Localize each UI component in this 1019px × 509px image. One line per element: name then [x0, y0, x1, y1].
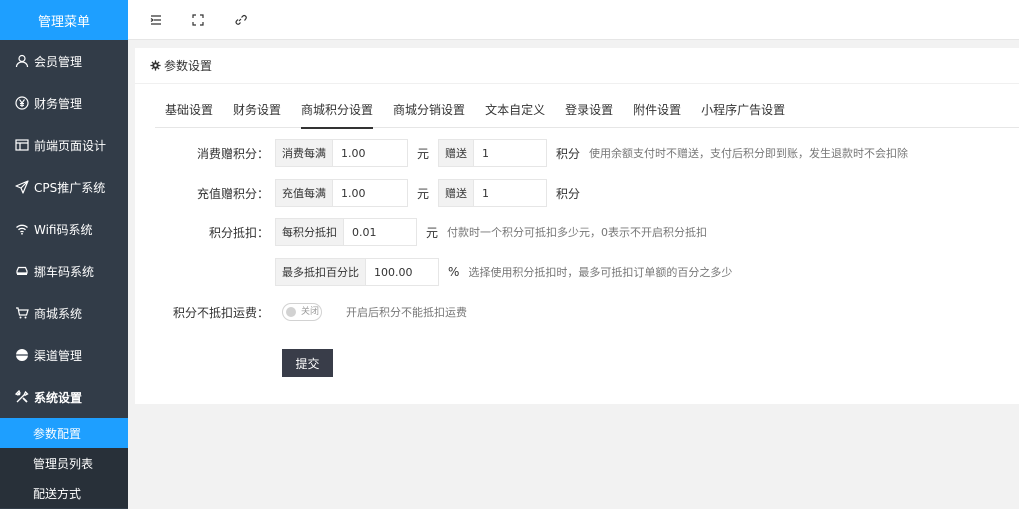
- max-deduct-input[interactable]: [365, 258, 439, 286]
- sub-item-admins[interactable]: 管理员列表: [0, 448, 128, 478]
- tab-mall-points[interactable]: 商城积分设置: [291, 96, 383, 129]
- menu-item-frontend-design[interactable]: 前端页面设计: [0, 124, 128, 166]
- sub-item-params[interactable]: 参数配置: [0, 418, 128, 448]
- freight-row: 积分不抵扣运费： 关闭 开启后积分不能抵扣运费: [135, 298, 467, 326]
- tab-attachment[interactable]: 附件设置: [623, 96, 691, 128]
- sidebar-title: 管理菜单: [0, 0, 128, 40]
- menu-label: 前端页面设计: [34, 138, 107, 153]
- tab-miniapp-ads[interactable]: 小程序广告设置: [691, 96, 795, 128]
- points-deduct-input[interactable]: [343, 218, 417, 246]
- consume-threshold-unit: 元: [417, 146, 430, 161]
- recharge-gift-input[interactable]: [473, 179, 548, 207]
- recharge-threshold-unit: 元: [417, 186, 430, 201]
- menu-label: Wifi码系统: [34, 222, 93, 237]
- menu-item-channel[interactable]: 渠道管理: [0, 334, 128, 376]
- cart-icon: [15, 306, 29, 320]
- system-settings-submenu: 参数配置 管理员列表 配送方式: [0, 418, 128, 508]
- menu-label: 挪车码系统: [34, 264, 95, 279]
- freight-hint: 开启后积分不能抵扣运费: [346, 306, 467, 319]
- points-deduct-label: 积分抵扣：: [208, 225, 269, 240]
- sub-item-delivery[interactable]: 配送方式: [0, 478, 128, 508]
- user-icon: [15, 54, 29, 68]
- settings-tabs: 基础设置 财务设置 商城积分设置 商城分销设置 文本自定义 登录设置 附件设置 …: [155, 96, 1019, 129]
- tab-mall-distribution[interactable]: 商城分销设置: [383, 96, 475, 128]
- consume-gift-unit: 积分: [556, 146, 581, 161]
- recharge-threshold-prefix: 充值每满: [275, 179, 332, 207]
- consume-points-hint: 使用余额支付时不赠送，支付后积分即到账，发生退款时不会扣除: [589, 147, 909, 160]
- layout-icon: [15, 138, 29, 152]
- menu-item-mall[interactable]: 商城系统: [0, 292, 128, 334]
- tab-basic[interactable]: 基础设置: [155, 96, 223, 128]
- settings-card: 参数设置 基础设置 财务设置 商城积分设置 商城分销设置 文本自定义 登录设置 …: [135, 48, 1019, 404]
- menu-label: 商城系统: [34, 306, 83, 321]
- menu-label: 会员管理: [34, 54, 83, 69]
- recharge-points-label: 充值赠积分：: [196, 186, 269, 201]
- menu-item-car[interactable]: 挪车码系统: [0, 250, 128, 292]
- menu-item-finance[interactable]: 财务管理: [0, 82, 128, 124]
- fullscreen-icon[interactable]: [190, 12, 206, 28]
- consume-threshold-prefix: 消费每满: [275, 139, 332, 167]
- yen-icon: [15, 96, 29, 110]
- gear-icon: [150, 60, 161, 71]
- max-deduct-prefix: 最多抵扣百分比: [275, 258, 365, 286]
- recharge-points-row: 充值赠积分： 充值每满 元 赠送 积分: [135, 179, 589, 207]
- max-deduct-hint: 选择使用积分抵扣时，最多可抵扣订单额的百分之多少: [468, 266, 733, 279]
- menu-label: 财务管理: [34, 96, 83, 111]
- top-toolbar: [128, 0, 1019, 40]
- points-deduct-hint: 付款时一个积分可抵扣多少元，0表示不开启积分抵扣: [447, 226, 708, 239]
- toggle-knob: [286, 307, 296, 317]
- menu-fold-icon[interactable]: [148, 12, 164, 28]
- consume-points-row: 消费赠积分： 消费每满 元 赠送 积分 使用余额支付时不赠送，支付后积分即到账，…: [135, 139, 908, 167]
- points-deduct-row: 积分抵扣： 每积分抵扣 元 付款时一个积分可抵扣多少元，0表示不开启积分抵扣: [135, 218, 707, 246]
- menu-label: 系统设置: [34, 390, 83, 405]
- consume-threshold-input[interactable]: [332, 139, 408, 167]
- points-deduct-prefix: 每积分抵扣: [275, 218, 343, 246]
- car-icon: [15, 264, 29, 278]
- freight-toggle[interactable]: 关闭: [282, 303, 322, 321]
- toggle-text: 关闭: [301, 307, 320, 317]
- consume-gift-input[interactable]: [473, 139, 548, 167]
- max-deduct-row: 最多抵扣百分比 % 选择使用积分抵扣时，最多可抵扣订单额的百分之多少: [135, 258, 732, 286]
- recharge-gift-prefix: 赠送: [438, 179, 474, 207]
- card-header: 参数设置: [135, 48, 1019, 84]
- send-icon: [15, 180, 29, 194]
- tab-text-custom[interactable]: 文本自定义: [475, 96, 555, 128]
- points-deduct-unit: 元: [426, 225, 439, 240]
- tools-icon: [15, 390, 29, 404]
- sidebar: 管理菜单 会员管理 财务管理 前端页面设计 CPS推广系统 Wifi码系统 挪车…: [0, 0, 128, 509]
- consume-points-label: 消费赠积分：: [196, 146, 269, 161]
- menu-item-cps[interactable]: CPS推广系统: [0, 166, 128, 208]
- consume-gift-prefix: 赠送: [438, 139, 474, 167]
- freight-label: 积分不抵扣运费：: [172, 305, 269, 320]
- menu-label: CPS推广系统: [34, 180, 106, 195]
- max-deduct-unit: %: [448, 265, 460, 279]
- tab-finance[interactable]: 财务设置: [223, 96, 291, 128]
- recharge-threshold-input[interactable]: [332, 179, 408, 207]
- submit-button[interactable]: 提交: [282, 349, 333, 377]
- link-icon[interactable]: [232, 12, 248, 28]
- tab-login[interactable]: 登录设置: [555, 96, 623, 128]
- menu-item-system-settings[interactable]: 系统设置: [0, 376, 128, 418]
- wifi-icon: [15, 222, 29, 236]
- menu-label: 渠道管理: [34, 348, 83, 363]
- menu-item-wifi[interactable]: Wifi码系统: [0, 208, 128, 250]
- circle-icon: [15, 348, 29, 362]
- recharge-gift-unit: 积分: [556, 186, 581, 201]
- menu-item-members[interactable]: 会员管理: [0, 40, 128, 82]
- card-title: 参数设置: [164, 59, 213, 73]
